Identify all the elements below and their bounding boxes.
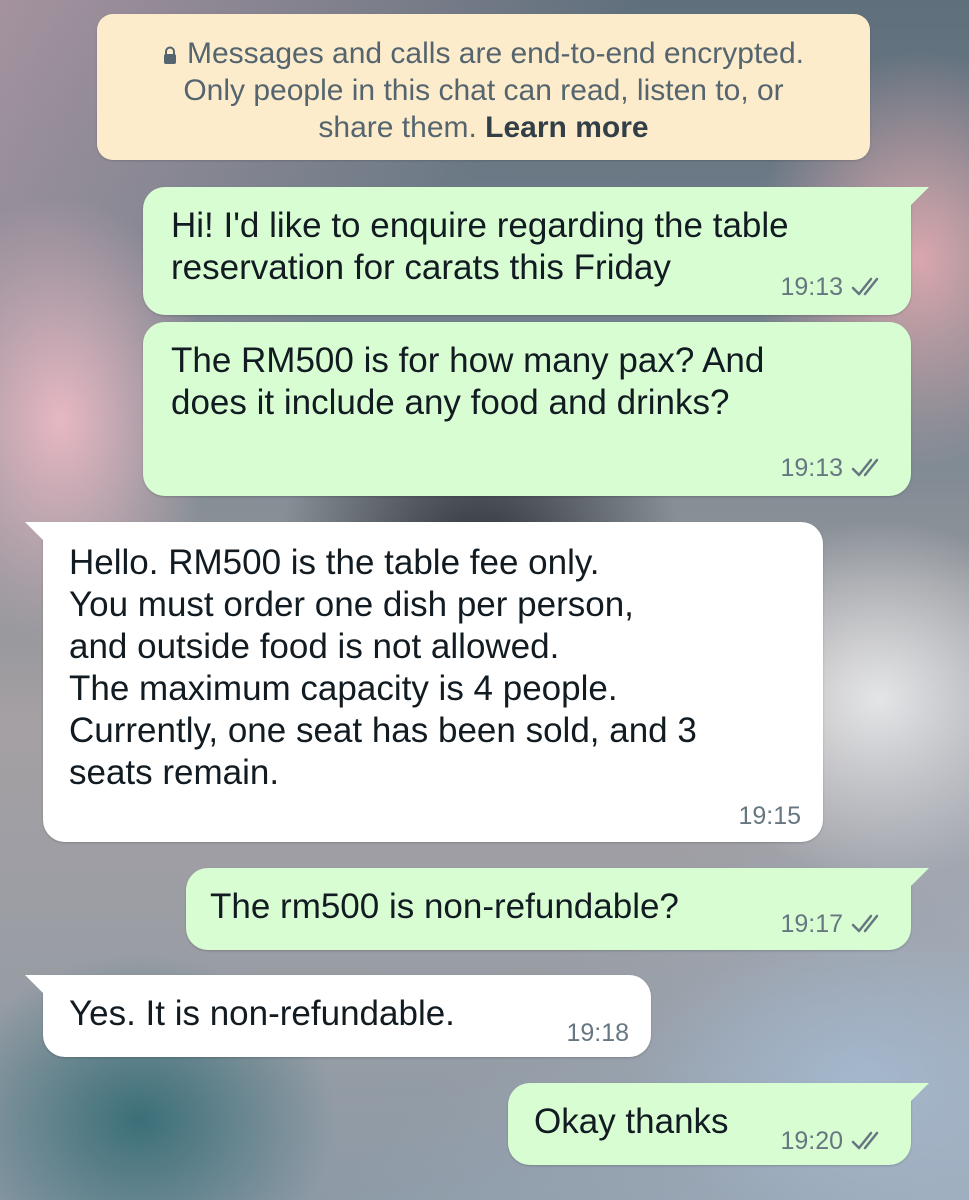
encryption-notice[interactable]: Messages and calls are end-to-end encryp… — [97, 14, 870, 160]
bubble-tail — [907, 868, 929, 890]
learn-more-link[interactable]: Learn more — [485, 111, 648, 144]
bubble-tail — [907, 1083, 929, 1105]
encryption-notice-text-3: share them. — [318, 111, 486, 144]
encryption-notice-text-1: Messages and calls are end-to-end encryp… — [186, 37, 805, 70]
message-bubble-outgoing[interactable]: Hi! I'd like to enquire regarding the ta… — [143, 187, 929, 315]
message-bubble-outgoing[interactable]: The RM500 is for how many pax? And does … — [143, 322, 911, 496]
message-meta: 19:18 — [566, 1019, 629, 1047]
message-bubble-outgoing[interactable]: The rm500 is non-refundable? 19:17 — [186, 868, 929, 950]
message-text: Hello. RM500 is the table fee only. You … — [69, 543, 697, 792]
double-check-icon — [851, 277, 879, 296]
message-time: 19:15 — [738, 802, 801, 830]
message-time: 19:13 — [780, 273, 843, 301]
double-check-icon — [851, 1131, 879, 1150]
bubble-tail — [25, 522, 47, 544]
message-meta: 19:20 — [780, 1127, 889, 1155]
lock-icon — [163, 46, 176, 64]
bubble-tail — [25, 975, 47, 997]
encryption-notice-line-3: share them. Learn more — [97, 109, 870, 146]
encryption-notice-line-2: Only people in this chat can read, liste… — [183, 74, 784, 107]
message-bubble-incoming[interactable]: Hello. RM500 is the table fee only. You … — [25, 522, 823, 842]
message-meta: 19:15 — [738, 802, 801, 830]
message-time: 19:13 — [780, 454, 843, 482]
encryption-notice-line-1: Messages and calls are end-to-end encryp… — [97, 35, 870, 72]
message-meta: 19:13 — [780, 454, 889, 482]
message-meta: 19:13 — [780, 273, 889, 301]
message-text: Yes. It is non-refundable. — [69, 994, 455, 1033]
bubble-tail — [907, 187, 929, 209]
message-time: 19:18 — [566, 1019, 629, 1047]
message-text: The RM500 is for how many pax? And does … — [171, 341, 765, 422]
double-check-icon — [851, 914, 879, 933]
chat-thread[interactable]: Messages and calls are end-to-end encryp… — [0, 0, 969, 1200]
message-meta: 19:17 — [780, 910, 889, 938]
message-bubble-incoming[interactable]: Yes. It is non-refundable. 19:18 — [25, 975, 651, 1057]
message-time: 19:20 — [780, 1127, 843, 1155]
message-bubble-outgoing[interactable]: Okay thanks 19:20 — [508, 1083, 929, 1165]
message-time: 19:17 — [780, 910, 843, 938]
double-check-icon — [851, 458, 879, 477]
